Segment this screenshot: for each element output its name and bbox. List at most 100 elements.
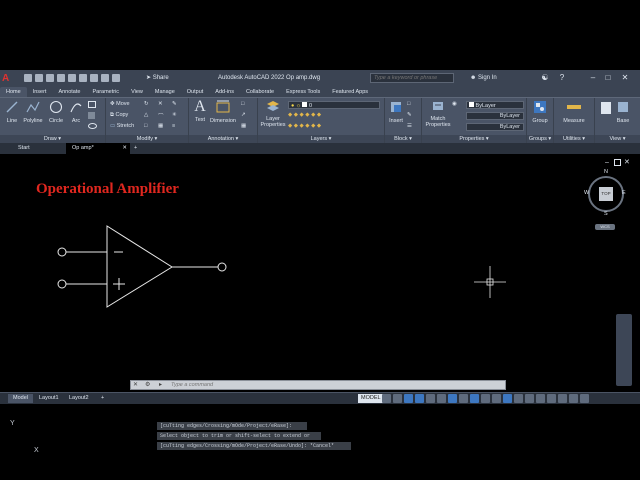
new-tab-button[interactable]: +	[128, 143, 143, 154]
copy-button[interactable]: ⧉ Copy	[110, 112, 128, 119]
close-icon[interactable]: ✕	[620, 73, 630, 83]
stretch-button[interactable]: ▭ Stretch	[110, 123, 134, 129]
trim-icon[interactable]: ✕	[158, 101, 163, 107]
tab-add-ins[interactable]: Add-ins	[209, 87, 240, 97]
add-layout-button[interactable]: +	[96, 394, 109, 403]
utilities-panel-title[interactable]: Utilities ▾	[554, 135, 594, 143]
layer-tools-row-2[interactable]: ◆ ◆ ◆ ◆ ◆ ◆	[288, 123, 321, 129]
viewport-minimize-icon[interactable]: –	[605, 159, 609, 166]
command-close-icon[interactable]: ✕	[133, 381, 138, 389]
isodraft-icon[interactable]	[426, 394, 435, 403]
linetype-dropdown[interactable]: ByLayer	[466, 112, 524, 120]
command-line[interactable]: ✕ ⚙ ▸	[130, 380, 506, 390]
command-input[interactable]	[171, 381, 491, 389]
viewcube-face[interactable]: TOP	[599, 187, 613, 201]
tab-parametric[interactable]: Parametric	[86, 87, 125, 97]
rectangle-icon[interactable]	[88, 101, 98, 108]
navigation-bar[interactable]	[616, 314, 632, 386]
layer-isolate-icon[interactable]: ◆	[294, 112, 298, 118]
selection-cycling-icon[interactable]	[481, 394, 490, 403]
viewport-restore-icon[interactable]	[614, 159, 621, 166]
clipboard-button[interactable]	[599, 100, 613, 118]
modify-panel-title[interactable]: Modify ▾	[106, 135, 188, 143]
linear-icon[interactable]: □	[241, 101, 244, 107]
tab-manage[interactable]: Manage	[149, 87, 181, 97]
erase-icon[interactable]: ✎	[172, 101, 177, 107]
view-panel-title[interactable]: View ▾	[595, 135, 640, 143]
sign-in-button[interactable]: ☻ Sign In	[470, 75, 497, 81]
edit-attributes-icon[interactable]: ☰	[407, 123, 412, 129]
polyline-button[interactable]: Polyline	[22, 100, 44, 124]
wcs-menu[interactable]: WCS	[595, 224, 615, 230]
ellipse-icon[interactable]	[88, 123, 99, 129]
tab-insert[interactable]: Insert	[27, 87, 53, 97]
compass-west[interactable]: W	[584, 190, 589, 196]
compass-south[interactable]: S	[604, 211, 608, 217]
object-tracking-icon[interactable]	[437, 394, 446, 403]
layer-freeze-icon[interactable]: ◆	[300, 112, 304, 118]
quick-properties-icon[interactable]	[536, 394, 545, 403]
tab-featured-apps[interactable]: Featured Apps	[326, 87, 374, 97]
explode-icon[interactable]: ✳	[172, 112, 177, 118]
dimension-button[interactable]: Dimension	[209, 100, 237, 124]
measure-button[interactable]: Measure	[558, 100, 590, 124]
transparency-icon[interactable]	[470, 394, 479, 403]
plot-icon[interactable]	[79, 74, 87, 82]
move-button[interactable]: ✥ Move	[110, 101, 130, 107]
workspace-icon[interactable]	[112, 74, 120, 82]
layer-properties-button[interactable]: Layer Properties	[260, 100, 286, 128]
snap-icon[interactable]	[393, 394, 402, 403]
isolate-objects-icon[interactable]	[547, 394, 556, 403]
tab-home[interactable]: Home	[0, 87, 27, 97]
tab-start[interactable]: Start	[12, 143, 36, 154]
mirror-icon[interactable]: △	[144, 112, 148, 118]
groups-panel-title[interactable]: Groups ▾	[527, 135, 553, 143]
tab-close-icon[interactable]: ✕	[122, 143, 127, 154]
leader-icon[interactable]: ↗	[241, 112, 246, 118]
new-file-icon[interactable]	[24, 74, 32, 82]
lineweight-dropdown[interactable]: ByLayer	[466, 123, 524, 131]
edit-block-icon[interactable]: ✎	[407, 112, 412, 118]
tab-annotate[interactable]: Annotate	[52, 87, 86, 97]
properties-panel-title[interactable]: Properties ▾	[422, 135, 526, 143]
annotation-panel-title[interactable]: Annotation ▾	[189, 135, 257, 143]
cart-icon[interactable]: ☯	[540, 73, 550, 83]
layer-dropdown[interactable]: ● ☼ 0	[288, 101, 380, 109]
text-button[interactable]: A Text	[192, 99, 208, 124]
layer-unisolate-icon[interactable]: ◆	[288, 123, 292, 129]
help-icon[interactable]: ?	[557, 73, 567, 83]
tab-op-amp[interactable]: Op amp* ✕	[66, 143, 130, 154]
layer-off-icon[interactable]: ◆	[305, 112, 309, 118]
layer-match-icon[interactable]: ◆	[317, 112, 321, 118]
clean-screen-icon[interactable]	[569, 394, 578, 403]
offset-icon[interactable]: ≡	[172, 123, 175, 129]
hardware-acceleration-icon[interactable]	[558, 394, 567, 403]
layer-tools-row-1[interactable]: ◆ ◆ ◆ ◆ ◆ ◆	[288, 112, 321, 118]
tab-layout2[interactable]: Layout2	[64, 394, 94, 403]
undo-icon[interactable]	[90, 74, 98, 82]
annotation-scale-icon[interactable]	[492, 394, 501, 403]
table-icon[interactable]: ▦	[241, 123, 246, 129]
model-space-button[interactable]: MODEL	[358, 394, 384, 403]
layer-lock-icon[interactable]: ◆	[311, 112, 315, 118]
layer-thaw-icon[interactable]: ◆	[294, 123, 298, 129]
grid-icon[interactable]	[382, 394, 391, 403]
layer-unlock-icon[interactable]: ◆	[305, 123, 309, 129]
tab-output[interactable]: Output	[181, 87, 210, 97]
fillet-icon[interactable]: ⌒	[158, 112, 164, 120]
minimize-icon[interactable]: –	[588, 73, 598, 83]
maximize-icon[interactable]: □	[603, 73, 613, 83]
block-panel-title[interactable]: Block ▾	[385, 135, 421, 143]
workspace-switch-icon[interactable]	[514, 394, 523, 403]
create-block-icon[interactable]: □	[407, 101, 410, 107]
viewcube[interactable]: TOP N S E W	[584, 169, 626, 217]
match-properties-button[interactable]: Match Properties	[425, 100, 451, 128]
lineweight-icon[interactable]	[459, 394, 468, 403]
tab-layout1[interactable]: Layout1	[34, 394, 64, 403]
draw-panel-title[interactable]: Draw ▾	[0, 135, 105, 143]
layer-state-icon[interactable]: ◆	[288, 112, 292, 118]
save-as-icon[interactable]	[57, 74, 65, 82]
redo-icon[interactable]	[101, 74, 109, 82]
tab-model[interactable]: Model	[8, 394, 33, 403]
hatch-icon[interactable]	[88, 112, 97, 119]
